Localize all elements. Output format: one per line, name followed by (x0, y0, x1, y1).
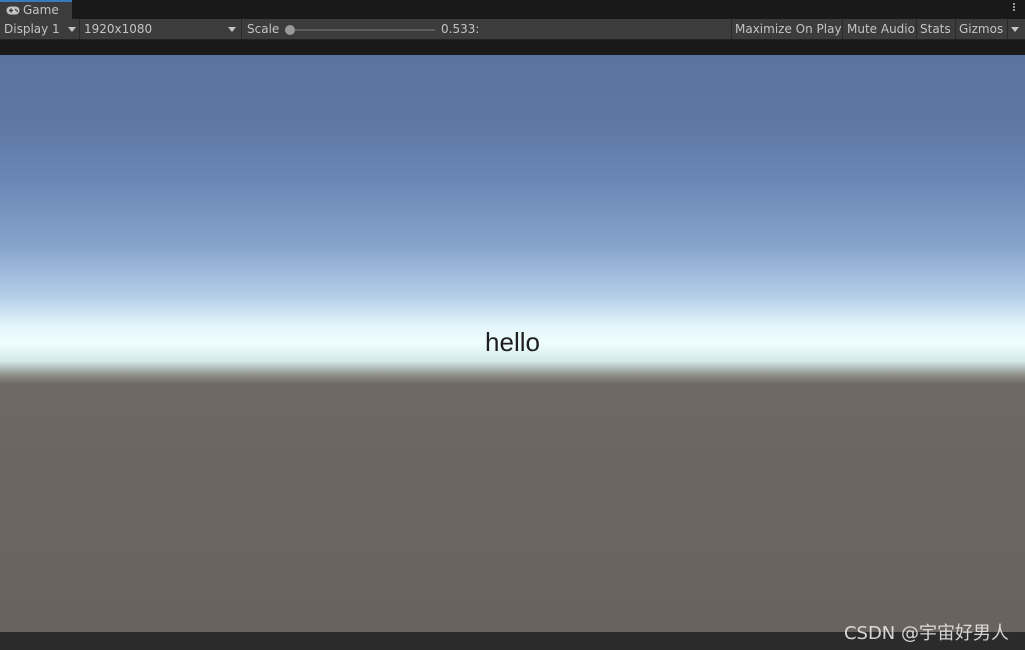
resolution-dropdown-label: 1920x1080 (84, 22, 153, 36)
display-dropdown-label: Display 1 (4, 22, 60, 36)
chevron-down-icon (68, 27, 76, 32)
resolution-dropdown[interactable]: 1920x1080 (80, 19, 241, 39)
scale-label: Scale (247, 22, 280, 36)
scale-value: 0.533: (441, 22, 480, 36)
game-toolbar: Display 1 1920x1080 Scale 0.533: Maximiz… (0, 19, 1025, 40)
display-dropdown[interactable]: Display 1 (0, 19, 79, 39)
kebab-menu-icon[interactable] (1011, 2, 1017, 16)
scale-slider-track[interactable] (290, 29, 435, 31)
divider (241, 19, 242, 39)
tab-game[interactable]: Game (0, 0, 72, 19)
viewport-text: hello (485, 327, 540, 357)
watermark: CSDN @宇宙好男人 (843, 623, 1009, 644)
gizmos-dropdown-chevron-icon[interactable] (1011, 27, 1019, 32)
mute-audio-toggle[interactable]: Mute Audio (843, 19, 916, 39)
game-window: Game Display 1 1920x1080 Scale 0.533: Ma… (0, 0, 1025, 650)
chevron-down-icon (228, 27, 236, 32)
divider (1007, 19, 1008, 39)
game-viewport[interactable]: hello (0, 55, 1025, 632)
tab-strip: Game (0, 0, 1025, 19)
gamepad-icon (6, 6, 20, 15)
gizmos-toggle[interactable]: Gizmos (956, 19, 1007, 39)
tab-game-label: Game (23, 3, 59, 17)
scale-slider-thumb[interactable] (285, 25, 295, 35)
stats-toggle[interactable]: Stats (917, 19, 955, 39)
maximize-on-play-toggle[interactable]: Maximize On Play (732, 19, 842, 39)
